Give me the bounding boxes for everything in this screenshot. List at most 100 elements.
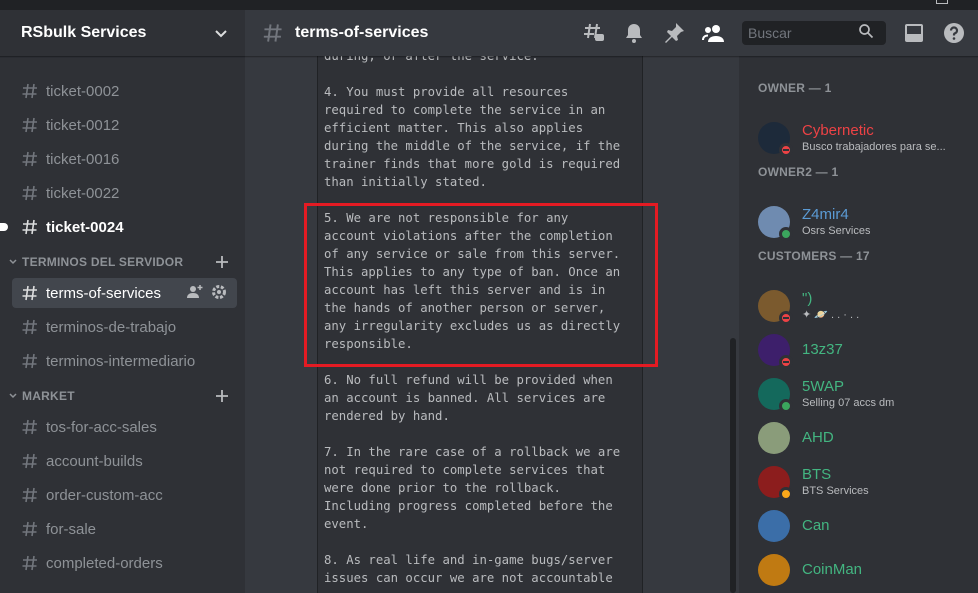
code-line: efficient matter. This also applies xyxy=(324,121,584,135)
channel-label: account-builds xyxy=(46,452,143,470)
invite-icon[interactable] xyxy=(187,284,203,300)
hash-icon xyxy=(20,149,40,169)
member-name: ") xyxy=(802,290,813,307)
member-item[interactable]: Can xyxy=(739,504,978,548)
search-input[interactable] xyxy=(748,25,858,41)
code-line: Including progress completed before the xyxy=(324,499,613,513)
member-text: 13z37 xyxy=(802,341,843,359)
channel-label: completed-orders xyxy=(46,554,163,572)
channel-title: terms-of-services xyxy=(295,24,429,41)
member-item[interactable]: Cybernetic Busco trabajadores para se... xyxy=(739,116,978,160)
window-close-icon[interactable] xyxy=(936,0,948,4)
status-idle-icon xyxy=(779,487,793,501)
hash-icon xyxy=(20,485,40,505)
avatar xyxy=(758,290,793,325)
member-item[interactable]: 5WAP Selling 07 accs dm xyxy=(739,372,978,416)
server-header[interactable]: RSbulk Services xyxy=(0,10,245,56)
threads-icon[interactable] xyxy=(582,21,606,45)
inbox-icon[interactable] xyxy=(902,21,926,45)
channel-account-builds[interactable]: account-builds xyxy=(12,446,237,476)
server-name: RSbulk Services xyxy=(21,24,147,41)
member-item[interactable]: 13z37 xyxy=(739,328,978,372)
hash-icon xyxy=(20,553,40,573)
help-icon[interactable] xyxy=(942,21,966,45)
code-line: account has left this server and is in xyxy=(324,283,606,297)
hash-icon xyxy=(20,115,40,135)
code-line: during, or after the service. xyxy=(324,56,539,63)
channel-label: terminos-de-trabajo xyxy=(46,318,177,336)
member-item[interactable]: BTS BTS Services xyxy=(739,460,978,504)
search-box[interactable] xyxy=(742,21,886,45)
channel-ticket-0012[interactable]: ticket-0012 xyxy=(12,110,237,140)
member-text: Cybernetic Busco trabajadores para se... xyxy=(802,122,946,154)
category-market[interactable]: MARKET xyxy=(0,384,245,408)
channel-ticket-0002[interactable]: ticket-0002 xyxy=(12,76,237,106)
hash-icon xyxy=(20,417,40,437)
channel-ticket-0016[interactable]: ticket-0016 xyxy=(12,144,237,174)
code-line: 5. We are not responsible for any xyxy=(324,211,569,225)
member-name: 13z37 xyxy=(802,341,843,358)
chevron-down-icon xyxy=(9,393,17,399)
add-channel-icon[interactable] xyxy=(215,389,229,403)
channel-label: tos-for-acc-sales xyxy=(46,418,157,436)
hash-icon xyxy=(20,351,40,371)
channel-completed-orders[interactable]: completed-orders xyxy=(12,548,237,578)
channel-label: for-sale xyxy=(46,520,97,538)
code-line: required to complete the service in an xyxy=(324,103,606,117)
header-toolbar xyxy=(566,10,966,56)
chevron-down-icon xyxy=(9,259,17,265)
code-line: not required to complete services that xyxy=(324,463,606,477)
channel-terminos-de-trabajo[interactable]: terminos-de-trabajo xyxy=(12,312,237,342)
member-item[interactable]: AHD xyxy=(739,416,978,460)
member-text: ") ✦ 🪐 . . · . . xyxy=(802,290,859,322)
code-line: event. xyxy=(324,517,369,531)
channel-terminos-intermediario[interactable]: terminos-intermediario xyxy=(12,346,237,376)
add-channel-icon[interactable] xyxy=(215,255,229,269)
member-item[interactable]: CoinMan xyxy=(739,548,978,592)
avatar xyxy=(758,334,793,369)
chat-header: terms-of-services xyxy=(245,10,978,56)
scrollbar-thumb[interactable] xyxy=(730,338,736,593)
member-list: OWNER — 1 Cybernetic Busco trabajadores pa… xyxy=(739,56,978,593)
code-line: than initially stated. xyxy=(324,175,487,189)
channel-list: ticket-0002 ticket-0012 ticket-0016 tick… xyxy=(0,56,245,578)
hash-icon xyxy=(20,283,40,303)
avatar xyxy=(758,122,793,157)
member-name: Can xyxy=(802,517,830,534)
category-terminos[interactable]: TERMINOS DEL SERVIDOR xyxy=(0,250,245,274)
gear-icon[interactable] xyxy=(211,284,227,300)
avatar xyxy=(758,378,793,413)
channel-for-sale[interactable]: for-sale xyxy=(12,514,237,544)
member-text: Can xyxy=(802,517,830,535)
member-group-header: CUSTOMERS — 17 xyxy=(758,249,870,263)
category-name: TERMINOS DEL SERVIDOR xyxy=(22,255,184,269)
member-text: AHD xyxy=(802,429,834,447)
bell-icon[interactable] xyxy=(622,21,646,45)
members-icon[interactable] xyxy=(702,21,726,45)
channel-order-custom-acc[interactable]: order-custom-acc xyxy=(12,480,237,510)
channel-ticket-0022[interactable]: ticket-0022 xyxy=(12,178,237,208)
code-line: were done prior to the rollback. xyxy=(324,481,561,495)
channel-ticket-0024[interactable]: ticket-0024 xyxy=(0,212,237,242)
member-activity: ✦ 🪐 . . · . . xyxy=(802,309,860,321)
code-line: issues can occur we are not accountable xyxy=(324,571,613,585)
member-item[interactable]: ") ✦ 🪐 . . · . . xyxy=(739,284,978,328)
category-name: MARKET xyxy=(22,389,75,403)
member-name: 5WAP xyxy=(802,378,844,395)
code-line: trainer finds that more gold is required xyxy=(324,157,621,171)
member-group-header: OWNER — 1 xyxy=(758,81,832,95)
channel-tos-for-acc-sales[interactable]: tos-for-acc-sales xyxy=(12,412,237,442)
channel-terms-of-services[interactable]: terms-of-services xyxy=(12,278,237,308)
pin-icon[interactable] xyxy=(662,21,686,45)
status-online-icon xyxy=(779,227,793,241)
member-text: CoinMan xyxy=(802,561,862,579)
member-activity: Osrs Services xyxy=(802,225,871,237)
channel-label: terms-of-services xyxy=(46,284,162,302)
member-name: BTS xyxy=(802,466,832,483)
chevron-down-icon xyxy=(213,25,229,41)
member-item[interactable]: Z4mir4 Osrs Services xyxy=(739,200,978,244)
status-online-icon xyxy=(779,399,793,413)
